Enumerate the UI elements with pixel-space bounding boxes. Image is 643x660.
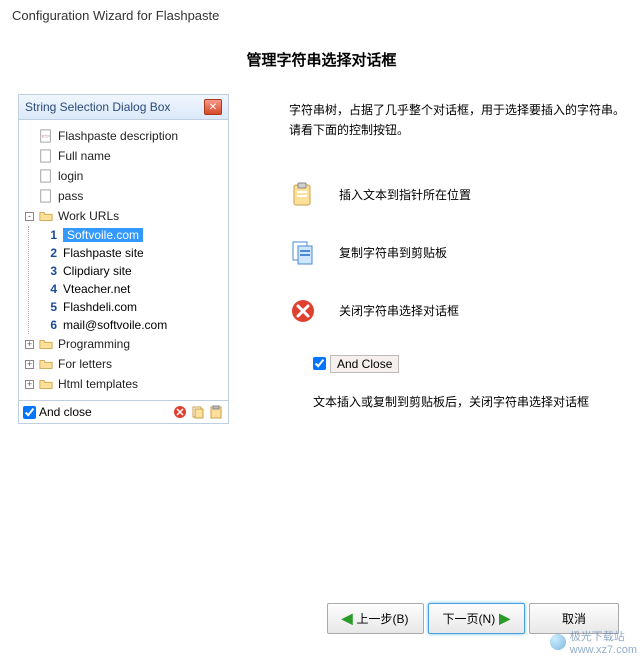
- file-icon: [38, 188, 54, 204]
- clipboard-paste-icon: [289, 181, 317, 209]
- rtf-file-icon: RTF: [38, 128, 54, 144]
- tree-item-label: Flashpaste description: [58, 129, 178, 143]
- next-label: 下一页(N): [443, 610, 496, 627]
- tree-item[interactable]: Full name: [23, 146, 224, 166]
- copy-documents-icon: [289, 239, 317, 267]
- tree-item-label: mail@softvoile.com: [63, 318, 167, 332]
- action-label: 关闭字符串选择对话框: [339, 302, 459, 319]
- tree-folder[interactable]: + For letters: [23, 354, 224, 374]
- tree-item[interactable]: pass: [23, 186, 224, 206]
- tree-folder[interactable]: + Programming: [23, 334, 224, 354]
- action-close: 关闭字符串选择对话框: [289, 297, 625, 325]
- tree-item-label: Flashpaste site: [63, 246, 144, 260]
- close-icon[interactable]: ✕: [204, 99, 222, 115]
- action-copy: 复制字符串到剪贴板: [289, 239, 625, 267]
- and-close-text: And Close: [330, 355, 399, 373]
- and-close-highlight: And Close: [313, 355, 625, 373]
- paste-icon[interactable]: [208, 404, 224, 420]
- item-number: 2: [43, 246, 57, 260]
- tree-panel: String Selection Dialog Box ✕ RTF Flashp…: [18, 94, 229, 424]
- back-label: 上一步(B): [357, 610, 409, 627]
- action-label: 插入文本到指针所在位置: [339, 186, 471, 203]
- close-red-icon: [289, 297, 317, 325]
- folder-open-icon: [38, 208, 54, 224]
- file-icon: [38, 168, 54, 184]
- tree-item-label: pass: [58, 189, 83, 203]
- tree-item-label: login: [58, 169, 83, 183]
- window-title: Configuration Wizard for Flashpaste: [0, 0, 643, 31]
- cancel-button[interactable]: 取消: [529, 603, 619, 634]
- arrow-left-icon: ◀: [342, 610, 353, 627]
- tree-sub-item[interactable]: 2 Flashpaste site: [43, 244, 224, 262]
- watermark-url: www.xz7.com: [570, 644, 637, 656]
- copy-icon[interactable]: [190, 404, 206, 420]
- item-number: 1: [43, 228, 57, 242]
- and-close-checkbox[interactable]: [23, 406, 36, 419]
- tree-item-label: Work URLs: [58, 209, 119, 223]
- tree-folder[interactable]: + Html templates: [23, 374, 224, 394]
- collapse-icon[interactable]: -: [25, 212, 34, 221]
- action-paste: 插入文本到指针所在位置: [289, 181, 625, 209]
- tree-header: String Selection Dialog Box ✕: [19, 95, 228, 120]
- action-label: 复制字符串到剪贴板: [339, 244, 447, 261]
- item-number: 5: [43, 300, 57, 314]
- tree-item-label: Full name: [58, 149, 111, 163]
- tree-item-label: Programming: [58, 337, 130, 351]
- tree-item-label: For letters: [58, 357, 112, 371]
- expand-icon[interactable]: +: [25, 360, 34, 369]
- back-button[interactable]: ◀上一步(B): [327, 603, 424, 634]
- and-close-checkbox-demo[interactable]: [313, 357, 326, 370]
- tree-sub-item[interactable]: 1 Softvoile.com: [43, 226, 224, 244]
- tree-item-label: Flashdeli.com: [63, 300, 137, 314]
- tree-item[interactable]: login: [23, 166, 224, 186]
- tree-item-label: Softvoile.com: [63, 228, 143, 242]
- expand-icon[interactable]: +: [25, 380, 34, 389]
- next-button[interactable]: 下一页(N)▶: [428, 603, 525, 634]
- tree-children: 1 Softvoile.com 2 Flashpaste site 3 Clipdia…: [28, 226, 224, 334]
- description-text: 字符串树，占据了几乎整个对话框，用于选择要插入的字符串。请看下面的控制按钮。: [289, 100, 625, 141]
- tree-body: RTF Flashpaste description Full name log…: [19, 120, 228, 400]
- tree-footer: And close: [19, 400, 228, 423]
- tree-sub-item[interactable]: 5 Flashdeli.com: [43, 298, 224, 316]
- right-column: 字符串树，占据了几乎整个对话框，用于选择要插入的字符串。请看下面的控制按钮。 插…: [289, 94, 625, 410]
- tree-header-title: String Selection Dialog Box: [25, 100, 170, 114]
- tree-item-label: Vteacher.net: [63, 282, 130, 296]
- and-close-label: And close: [39, 405, 92, 419]
- folder-icon: [38, 356, 54, 372]
- folder-icon: [38, 376, 54, 392]
- item-number: 4: [43, 282, 57, 296]
- tree-sub-item[interactable]: 3 Clipdiary site: [43, 262, 224, 280]
- delete-icon[interactable]: [172, 404, 188, 420]
- tree-item[interactable]: RTF Flashpaste description: [23, 126, 224, 146]
- expand-icon[interactable]: +: [25, 340, 34, 349]
- svg-text:RTF: RTF: [42, 134, 51, 139]
- arrow-right-icon: ▶: [499, 610, 510, 627]
- tree-item-label: Clipdiary site: [63, 264, 132, 278]
- file-icon: [38, 148, 54, 164]
- item-number: 3: [43, 264, 57, 278]
- tree-item-label: Html templates: [58, 377, 138, 391]
- wizard-button-bar: ◀上一步(B) 下一页(N)▶ 取消: [327, 603, 619, 634]
- tree-sub-item[interactable]: 6 mail@softvoile.com: [43, 316, 224, 334]
- folder-icon: [38, 336, 54, 352]
- bottom-note: 文本插入或复制到剪贴板后，关闭字符串选择对话框: [313, 393, 625, 410]
- watermark-logo-icon: [550, 634, 566, 650]
- section-title: 管理字符串选择对话框: [18, 49, 625, 70]
- tree-sub-item[interactable]: 4 Vteacher.net: [43, 280, 224, 298]
- tree-folder-work-urls[interactable]: - Work URLs: [23, 206, 224, 226]
- item-number: 6: [43, 318, 57, 332]
